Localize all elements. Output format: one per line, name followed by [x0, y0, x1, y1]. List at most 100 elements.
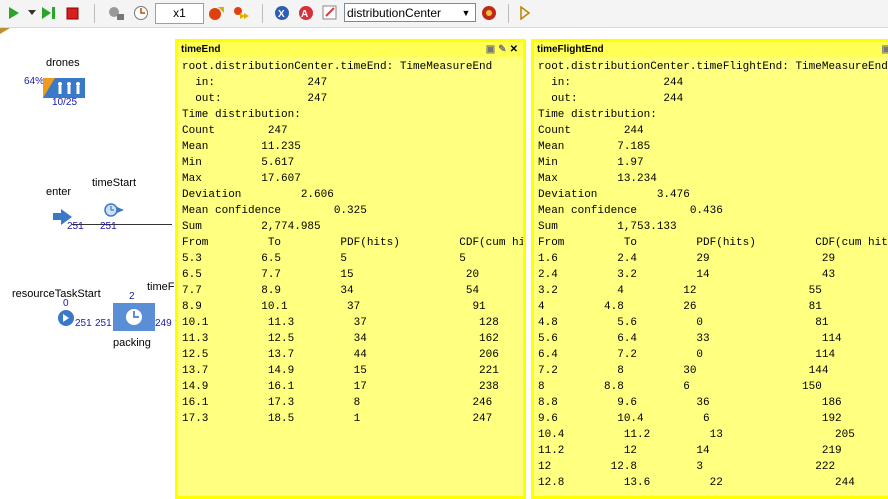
- statistics-line: Deviation 2.606: [182, 189, 334, 201]
- packing-in: 251: [95, 318, 112, 329]
- window-controls: ▣✎✕: [486, 42, 521, 57]
- statistics-line: 6.4 7.2 0 114: [538, 349, 836, 361]
- maximize-icon[interactable]: ▣: [882, 44, 888, 55]
- statistics-line: From To PDF(hits) CDF(cum hits): [538, 237, 888, 249]
- packing-out: 249: [155, 318, 172, 329]
- statistics-line: in: 247: [182, 77, 328, 89]
- drones-percent: 64%: [24, 76, 45, 87]
- toolbar-separator: [94, 4, 95, 23]
- statistics-line: 8 8.8 6 150: [538, 381, 822, 393]
- packing-label: packing: [113, 337, 151, 349]
- statistics-line: 12.5 13.7 44 206: [182, 349, 499, 361]
- window-controls: ▣: [882, 42, 888, 57]
- resourceTaskStart-count: 0: [63, 298, 69, 309]
- statistics-line: root.distributionCenter.timeEnd: TimeMea…: [182, 61, 493, 73]
- window-title: timeFlightEnd: [537, 44, 604, 55]
- svg-text:A: A: [301, 9, 308, 20]
- drones-label: drones: [46, 57, 80, 69]
- toolbar-separator: [262, 4, 263, 23]
- maximize-icon[interactable]: ▣: [486, 44, 498, 55]
- timeEnd-statistics: root.distributionCenter.timeEnd: TimeMea…: [178, 57, 523, 429]
- timeFlightEnd-statistics: root.distributionCenter.timeFlightEnd: T…: [534, 57, 888, 493]
- statistics-line: root.distributionCenter.timeFlightEnd: T…: [538, 61, 888, 73]
- statistics-line: Sum 2,774.985: [182, 221, 321, 233]
- statistics-line: Sum 1,753.133: [538, 221, 677, 233]
- statistics-line: 8.8 9.6 36 186: [538, 397, 842, 409]
- run-dropdown-icon[interactable]: [26, 4, 38, 22]
- explore-icon[interactable]: X: [272, 4, 292, 22]
- resourceTaskStart-out: 251: [75, 318, 92, 329]
- statistics-line: 4 4.8 26 81: [538, 301, 822, 313]
- statistics-line: Min 1.97: [538, 157, 644, 169]
- enter-label: enter: [46, 186, 72, 198]
- statistics-line: Mean confidence 0.325: [182, 205, 367, 217]
- animation-icon[interactable]: [106, 4, 126, 22]
- statistics-line: in: 244: [538, 77, 684, 89]
- svg-text:X: X: [278, 9, 285, 20]
- timeFlightEnd-window[interactable]: timeFlightEnd ▣ root.distributionCenter.…: [531, 39, 888, 499]
- statistics-line: Min 5.617: [182, 157, 295, 169]
- statistics-line: 12 12.8 3 222: [538, 461, 836, 473]
- resourceTaskStart-icon[interactable]: [57, 309, 77, 332]
- timeStart-label: timeStart: [92, 177, 137, 189]
- statistics-line: Time distribution:: [182, 109, 301, 121]
- statistics-line: 10.1 11.3 37 128: [182, 317, 499, 329]
- statistics-line: 12.8 13.6 22 244: [538, 477, 855, 489]
- statistics-line: Mean 7.185: [538, 141, 651, 153]
- statistics-line: From To PDF(hits) CDF(cum hits): [182, 237, 526, 249]
- timeEnd-window[interactable]: timeEnd ▣✎✕ root.distributionCenter.time…: [175, 39, 526, 499]
- attribute-icon[interactable]: A: [296, 4, 316, 22]
- statistics-line: Count 247: [182, 125, 288, 137]
- statistics-line: 17.3 18.5 1 247: [182, 413, 493, 425]
- statistics-line: 8.9 10.1 37 91: [182, 301, 486, 313]
- statistics-line: Time distribution:: [538, 109, 657, 121]
- timeFl-label: timeFl: [147, 281, 177, 293]
- clock-icon[interactable]: [131, 4, 151, 22]
- run-icon[interactable]: [6, 4, 22, 22]
- statistics-line: 9.6 10.4 6 192: [538, 413, 842, 425]
- speed-field[interactable]: x1: [155, 3, 204, 24]
- statistics-line: 13.7 14.9 15 221: [182, 365, 499, 377]
- statistics-line: Max 13.234: [538, 173, 657, 185]
- statistics-line: 10.4 11.2 13 205: [538, 429, 855, 441]
- step-icon[interactable]: [40, 4, 58, 22]
- statistics-line: 7.2 8 30 144: [538, 365, 829, 377]
- statistics-line: 2.4 3.2 14 43: [538, 269, 836, 281]
- statistics-line: out: 247: [182, 93, 328, 105]
- statistics-line: out: 244: [538, 93, 684, 105]
- packing-delay-icon[interactable]: [113, 303, 155, 334]
- corner-marker-icon: [0, 28, 10, 41]
- statistics-line: 11.2 12 14 219: [538, 445, 842, 457]
- toolbar-separator: [508, 4, 509, 23]
- statistics-line: 3.2 4 12 55: [538, 285, 822, 297]
- drones-ratio: 10/25: [52, 97, 78, 108]
- enter-count: 251: [67, 221, 84, 232]
- window-title: timeEnd: [181, 44, 221, 55]
- resourceTaskStart-label: resourceTaskStart: [12, 288, 101, 300]
- speed-up-icon[interactable]: [206, 4, 226, 22]
- statistics-line: 11.3 12.5 34 162: [182, 333, 499, 345]
- toolbar: x1 X A distributionCenter ▼: [0, 0, 888, 28]
- trace-icon[interactable]: [517, 4, 533, 22]
- statistics-line: 16.1 17.3 8 246: [182, 397, 493, 409]
- statistics-line: 6.5 7.7 15 20: [182, 269, 480, 281]
- statistics-line: Count 244: [538, 125, 644, 137]
- close-icon[interactable]: ✕: [510, 44, 521, 55]
- model-select-value: distributionCenter: [347, 6, 442, 20]
- fast-forward-icon[interactable]: [231, 4, 251, 22]
- target-icon[interactable]: [479, 4, 499, 22]
- statistics-line: Mean confidence 0.436: [538, 205, 723, 217]
- statistics-line: 5.6 6.4 33 114: [538, 333, 842, 345]
- stop-icon[interactable]: [64, 4, 80, 22]
- statistics-line: 5.3 6.5 5 5: [182, 253, 466, 265]
- model-select[interactable]: distributionCenter ▼: [344, 3, 476, 22]
- pin-icon[interactable]: ✎: [498, 44, 509, 55]
- statistics-line: 4.8 5.6 0 81: [538, 317, 829, 329]
- statistics-line: 14.9 16.1 17 238: [182, 381, 499, 393]
- statistics-line: 7.7 8.9 34 54: [182, 285, 480, 297]
- edit-icon[interactable]: [320, 4, 340, 22]
- window-titlebar[interactable]: timeFlightEnd ▣: [534, 42, 888, 57]
- packing-queue: 2: [129, 291, 135, 302]
- window-titlebar[interactable]: timeEnd ▣✎✕: [178, 42, 523, 57]
- statistics-line: 1.6 2.4 29 29: [538, 253, 836, 265]
